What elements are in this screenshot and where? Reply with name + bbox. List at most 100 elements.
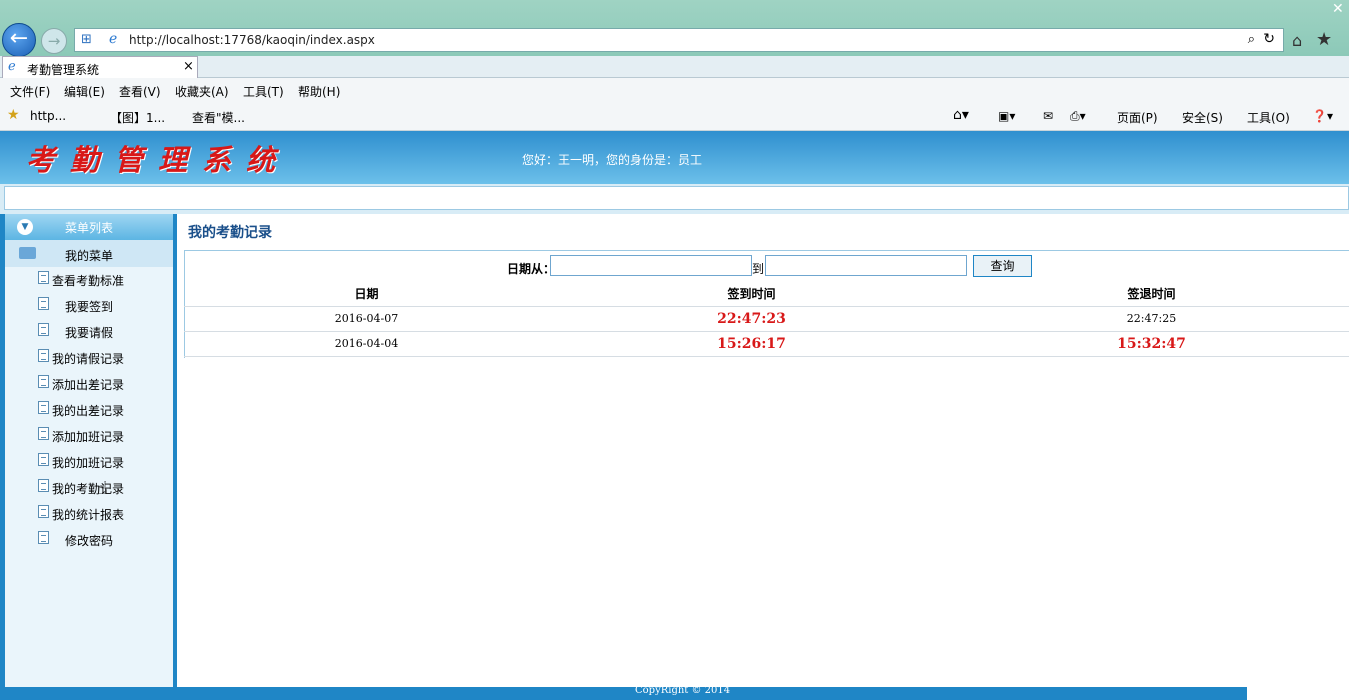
sidebar-header-label: 菜单列表 [65, 221, 114, 235]
window-close-icon[interactable]: ✕ [1332, 1, 1344, 17]
sidebar-item-label[interactable]: 我的加班记录 [52, 454, 124, 471]
sidebar-item-attendance-records[interactable]: 我的考勤记录 [5, 475, 173, 501]
browser-tab[interactable]: ℯ 考勤管理系统 × [2, 56, 198, 78]
fav-link-1[interactable]: http... [30, 109, 66, 123]
page-title: 我的考勤记录 [188, 225, 272, 241]
cell-checkin: 22:47:23 [549, 305, 954, 332]
menu-view[interactable]: 查看(V) [119, 83, 161, 100]
table-header-row: 日期 签到时间 签退时间 [184, 282, 1349, 306]
sidebar-item-label[interactable]: 添加出差记录 [52, 376, 124, 393]
column-header-checkin: 签到时间 [727, 287, 776, 302]
fav-link-2[interactable]: 【图】1... [110, 109, 165, 126]
browser-chrome: ✕ ← → ⊞ ℯ http://localhost:17768/kaoqin/… [0, 0, 1349, 131]
document-icon [38, 375, 49, 388]
date-to-input[interactable] [765, 255, 967, 276]
date-from-label: 日期从： [507, 262, 556, 276]
sidebar: ▼ 菜单列表 我的菜单 查看考勤标准 我要签到 我要请假 我的请假记录 添加出差… [0, 214, 177, 687]
sidebar-menu-group[interactable]: 我的菜单 [5, 240, 173, 267]
document-icon [38, 401, 49, 414]
tab-row: ℯ 考勤管理系统 × [0, 56, 1349, 78]
safety-menu[interactable]: 安全(S) [1182, 109, 1223, 126]
sidebar-item-leave-records[interactable]: 我的请假记录 [5, 345, 173, 371]
cell-checkout: 22:47:25 [954, 305, 1349, 332]
sidebar-item-label[interactable]: 我要签到 [65, 298, 113, 315]
sidebar-item-check-in[interactable]: 我要签到 [5, 293, 173, 319]
favorites-star-icon[interactable]: ★ [1316, 29, 1332, 50]
sidebar-item-change-password[interactable]: 修改密码 [5, 527, 173, 553]
mail-icon[interactable]: ✉ [1043, 109, 1053, 123]
menu-file[interactable]: 文件(F) [10, 83, 50, 100]
browser-menu-bar: 文件(F) 编辑(E) 查看(V) 收藏夹(A) 工具(T) 帮助(H) [0, 78, 1349, 102]
footer-blank-panel [1247, 687, 1349, 700]
sidebar-item-label[interactable]: 添加加班记录 [52, 428, 124, 445]
document-icon [38, 323, 49, 336]
sidebar-item-attendance-standard[interactable]: 查看考勤标准 [5, 267, 173, 293]
sidebar-item-label[interactable]: 我的考勤记录 [52, 480, 124, 497]
sub-header-bar [0, 184, 1349, 214]
document-icon [38, 427, 49, 440]
home-icon[interactable]: ⌂▾ [953, 107, 969, 123]
cell-date: 2016-04-04 [184, 331, 549, 357]
cell-checkin: 15:26:17 [549, 331, 954, 357]
copyright-text: CopyRight © 2014 [635, 685, 731, 696]
favorites-star-icon[interactable]: ★ [7, 107, 20, 123]
back-button[interactable]: ← [2, 23, 36, 57]
sidebar-item-add-trip[interactable]: 添加出差记录 [5, 371, 173, 397]
menu-tools[interactable]: 工具(T) [243, 83, 284, 100]
refresh-icon[interactable]: ↻ [1263, 31, 1275, 47]
collapse-icon[interactable]: ▼ [17, 219, 33, 235]
document-icon [38, 349, 49, 362]
page-menu[interactable]: 页面(P) [1117, 109, 1158, 126]
address-input[interactable]: ⊞ ℯ http://localhost:17768/kaoqin/index.… [74, 28, 1284, 52]
date-from-input[interactable] [550, 255, 752, 276]
tools-menu[interactable]: 工具(O) [1247, 109, 1290, 126]
table-row: 2016-04-07 22:47:23 22:47:25 [184, 305, 1349, 332]
sidebar-item-label[interactable]: 修改密码 [65, 532, 113, 549]
document-icon [38, 479, 49, 492]
document-icon [38, 453, 49, 466]
menu-edit[interactable]: 编辑(E) [64, 83, 105, 100]
hand-cursor-icon: ☝ [97, 478, 108, 499]
main-content: 我的考勤记录 日期从： 到 查询 日期 签到时间 签退时间 2016-04-07… [177, 214, 1349, 687]
print-icon[interactable]: ⎙▾ [1070, 109, 1086, 124]
tab-title[interactable]: 考勤管理系统 [27, 61, 99, 78]
document-icon [38, 531, 49, 544]
tab-close-icon[interactable]: × [183, 59, 194, 74]
menu-favorites[interactable]: 收藏夹(A) [175, 83, 229, 100]
search-icon[interactable]: ⌕ [1248, 32, 1255, 47]
favorites-bar: ★ http... 【图】1... 查看"模... ⌂▾ ▣▾ ✉ ⎙▾ 页面(… [0, 102, 1349, 131]
date-to-label: 到 [752, 262, 765, 276]
sidebar-item-label[interactable]: 我的请假记录 [52, 350, 124, 367]
ie-page-icon: ℯ [109, 31, 118, 47]
sidebar-item-label[interactable]: 我的统计报表 [52, 506, 124, 523]
document-icon [38, 297, 49, 310]
sub-header-panel [4, 186, 1349, 210]
sidebar-item-overtime-records[interactable]: 我的加班记录 [5, 449, 173, 475]
sidebar-item-trip-records[interactable]: 我的出差记录 [5, 397, 173, 423]
sidebar-header[interactable]: ▼ 菜单列表 [5, 214, 173, 240]
sidebar-item-label[interactable]: 我要请假 [65, 324, 113, 341]
home-icon[interactable]: ⌂ [1292, 31, 1302, 50]
table-row: 2016-04-04 15:26:17 15:32:47 [184, 331, 1349, 357]
sidebar-item-label[interactable]: 我的出差记录 [52, 402, 124, 419]
sidebar-menu-label: 我的菜单 [65, 249, 114, 263]
folder-icon [19, 247, 36, 259]
forward-button[interactable]: → [41, 28, 67, 54]
query-button[interactable]: 查询 [973, 255, 1032, 277]
fav-link-3[interactable]: 查看"模... [192, 109, 245, 126]
sidebar-item-add-overtime[interactable]: 添加加班记录 [5, 423, 173, 449]
cell-date: 2016-04-07 [184, 305, 549, 332]
cell-checkout: 15:32:47 [954, 331, 1349, 357]
site-footer: CopyRight © 2014 [0, 685, 1349, 700]
help-icon[interactable]: ❓▾ [1312, 109, 1333, 123]
sidebar-item-label[interactable]: 查看考勤标准 [52, 272, 124, 289]
feeds-icon[interactable]: ▣▾ [998, 109, 1015, 123]
site-title: 考勤管理系统 [26, 143, 291, 177]
sidebar-item-statistics-report[interactable]: 我的统计报表 [5, 501, 173, 527]
url-text[interactable]: http://localhost:17768/kaoqin/index.aspx [129, 33, 375, 47]
menu-help[interactable]: 帮助(H) [298, 83, 340, 100]
add-icon[interactable]: ⊞ [81, 32, 92, 47]
sidebar-item-request-leave[interactable]: 我要请假 [5, 319, 173, 345]
site-header: 考勤管理系统 您好：王一明，您的身份是：员工 [0, 131, 1349, 184]
document-icon [38, 271, 49, 284]
